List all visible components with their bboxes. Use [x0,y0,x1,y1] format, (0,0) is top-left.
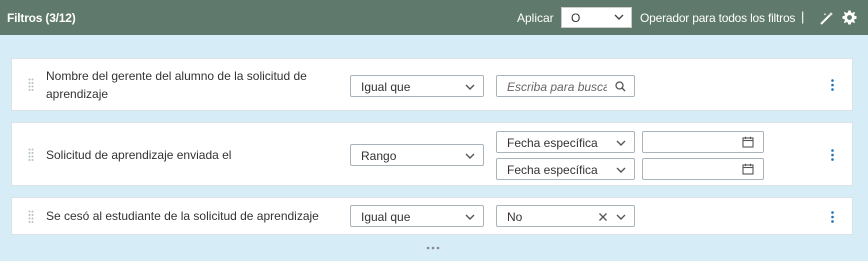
filter-label: Nombre del gerente del alumno de la soli… [46,67,307,103]
search-icon [615,81,626,92]
search-input[interactable]: Escriba para buscar [496,75,635,97]
close-icon[interactable] [598,212,608,222]
calendar-icon[interactable] [742,136,754,148]
operator-dropdown[interactable]: Igual que [350,75,484,97]
date-from-type-value: Fecha específica [507,136,598,150]
kebab-menu-icon[interactable] [831,79,834,91]
filters-title: Filtros (3/12) [7,11,76,25]
drag-handle-icon[interactable] [28,210,34,224]
filter-row-manager: Nombre del gerente del alumno de la soli… [11,58,853,111]
date-to-type-value: Fecha específica [507,163,598,177]
more-horizontal-icon[interactable] [426,246,440,250]
filter-label-line2: aprendizaje [46,87,109,101]
operator-dropdown-value: Igual que [361,80,411,94]
operator-dropdown-value: Igual que [361,210,411,224]
calendar-icon[interactable] [742,163,754,175]
chevron-down-icon [465,153,475,159]
chevron-down-icon [614,14,624,20]
date-from-type-dropdown[interactable]: Fecha específica [496,131,635,153]
chevron-down-icon [465,84,475,90]
date-to-input[interactable] [642,158,764,180]
operator-dropdown-value: Rango [361,149,397,163]
kebab-menu-icon[interactable] [831,211,834,223]
search-placeholder: Escriba para buscar [507,80,607,94]
operator-select-value: O [571,11,581,25]
operator-description: Operador para todos los filtros [640,11,796,25]
filters-header: Filtros (3/12) Aplicar O Operador para t… [0,0,868,35]
filter-row-submitted: Solicitud de aprendizaje enviada el Rang… [11,122,853,186]
chevron-down-icon [616,140,626,146]
value-dropdown[interactable]: No [496,205,635,227]
header-separator: | [801,9,805,24]
filter-label: Solicitud de aprendizaje enviada el [46,148,232,162]
drag-handle-icon[interactable] [28,148,34,162]
operator-select[interactable]: O [561,7,632,28]
date-to-type-dropdown[interactable]: Fecha específica [496,158,635,180]
filter-label-line1: Nombre del gerente del alumno de la soli… [46,69,307,83]
filter-label: Se cesó al estudiante de la solicitud de… [46,209,319,223]
filter-row-terminated: Se cesó al estudiante de la solicitud de… [11,197,853,235]
chevron-down-icon [616,214,626,220]
gear-icon[interactable] [842,10,857,25]
value-dropdown-value: No [507,210,523,224]
date-from-input[interactable] [642,131,764,153]
magic-wand-icon[interactable] [820,11,834,25]
operator-dropdown[interactable]: Igual que [350,205,484,227]
drag-handle-icon[interactable] [28,78,34,92]
apply-label: Aplicar [517,11,554,25]
chevron-down-icon [616,167,626,173]
chevron-down-icon [465,214,475,220]
kebab-menu-icon[interactable] [831,149,834,161]
operator-dropdown[interactable]: Rango [350,144,484,166]
